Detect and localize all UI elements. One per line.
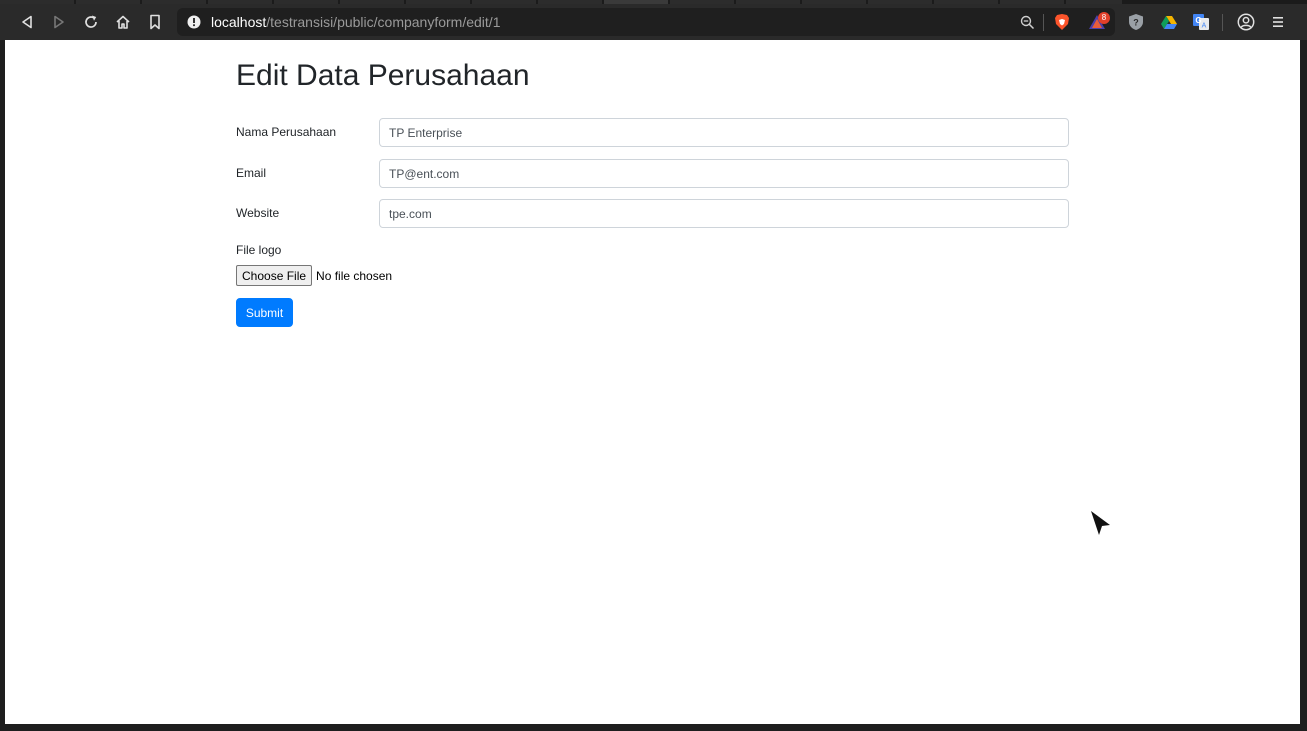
form-group-website: Website bbox=[236, 199, 1069, 229]
address-bar[interactable]: localhost/testransisi/public/companyform… bbox=[177, 8, 1115, 36]
translate-icon: GA bbox=[1193, 14, 1209, 30]
window-bottom-edge bbox=[0, 724, 1307, 731]
rewards-badge: 8 bbox=[1098, 12, 1110, 24]
brave-lion-icon bbox=[1055, 14, 1069, 30]
menu-button[interactable] bbox=[1267, 11, 1289, 33]
back-icon bbox=[22, 15, 32, 29]
drive-extension[interactable] bbox=[1158, 11, 1180, 33]
email-label: Email bbox=[236, 166, 267, 180]
bookmark-icon bbox=[150, 14, 160, 30]
profile-button[interactable] bbox=[1235, 11, 1257, 33]
hamburger-menu-icon bbox=[1273, 17, 1283, 27]
website-label: Website bbox=[236, 206, 280, 220]
email-input[interactable] bbox=[379, 159, 1069, 188]
drive-icon bbox=[1161, 16, 1177, 29]
choose-file-button[interactable]: Choose File bbox=[236, 265, 313, 286]
reload-icon bbox=[85, 15, 97, 28]
translate-extension[interactable]: GA bbox=[1190, 11, 1212, 33]
info-icon[interactable] bbox=[187, 15, 201, 29]
url-host: localhost bbox=[211, 14, 267, 30]
company-name-label: Nama Perusahaan bbox=[236, 125, 337, 139]
svg-text:?: ? bbox=[1133, 18, 1139, 28]
account-circle-icon bbox=[1237, 13, 1255, 31]
mouse-cursor-icon bbox=[1091, 511, 1110, 535]
forward-button[interactable] bbox=[48, 11, 70, 33]
svg-text:A: A bbox=[1202, 23, 1207, 30]
bookmark-button[interactable] bbox=[144, 11, 166, 33]
brave-shields-button[interactable] bbox=[1053, 13, 1071, 31]
file-status-text: No file chosen bbox=[316, 268, 393, 283]
brave-rewards-button[interactable]: 8 bbox=[1087, 12, 1111, 33]
company-name-input[interactable] bbox=[379, 118, 1069, 147]
page-viewport: Edit Data Perusahaan Nama Perusahaan Ema… bbox=[5, 40, 1300, 724]
website-input[interactable] bbox=[379, 199, 1069, 228]
file-input[interactable]: Choose File No file chosen bbox=[236, 265, 392, 286]
shield-question-icon: ? bbox=[1129, 14, 1143, 30]
url-path: /testransisi/public/companyform/edit/1 bbox=[266, 14, 501, 30]
page-title: Edit Data Perusahaan bbox=[236, 59, 530, 92]
back-button[interactable] bbox=[16, 11, 38, 33]
browser-toolbar: localhost/testransisi/public/companyform… bbox=[0, 4, 1307, 40]
zoom-icon[interactable] bbox=[1020, 15, 1035, 30]
forward-icon bbox=[54, 15, 64, 29]
submit-button[interactable]: Submit bbox=[236, 298, 293, 327]
divider bbox=[1222, 14, 1223, 31]
password-manager-extension[interactable]: ? bbox=[1125, 11, 1147, 33]
reload-button[interactable] bbox=[80, 11, 102, 33]
form-group-email: Email bbox=[236, 159, 1069, 189]
form-group-company-name: Nama Perusahaan bbox=[236, 118, 1069, 148]
file-logo-label: File logo bbox=[236, 243, 282, 257]
home-button[interactable] bbox=[112, 11, 134, 33]
divider bbox=[1043, 14, 1044, 31]
home-icon bbox=[116, 15, 130, 29]
url-text[interactable]: localhost/testransisi/public/companyform… bbox=[211, 14, 500, 30]
